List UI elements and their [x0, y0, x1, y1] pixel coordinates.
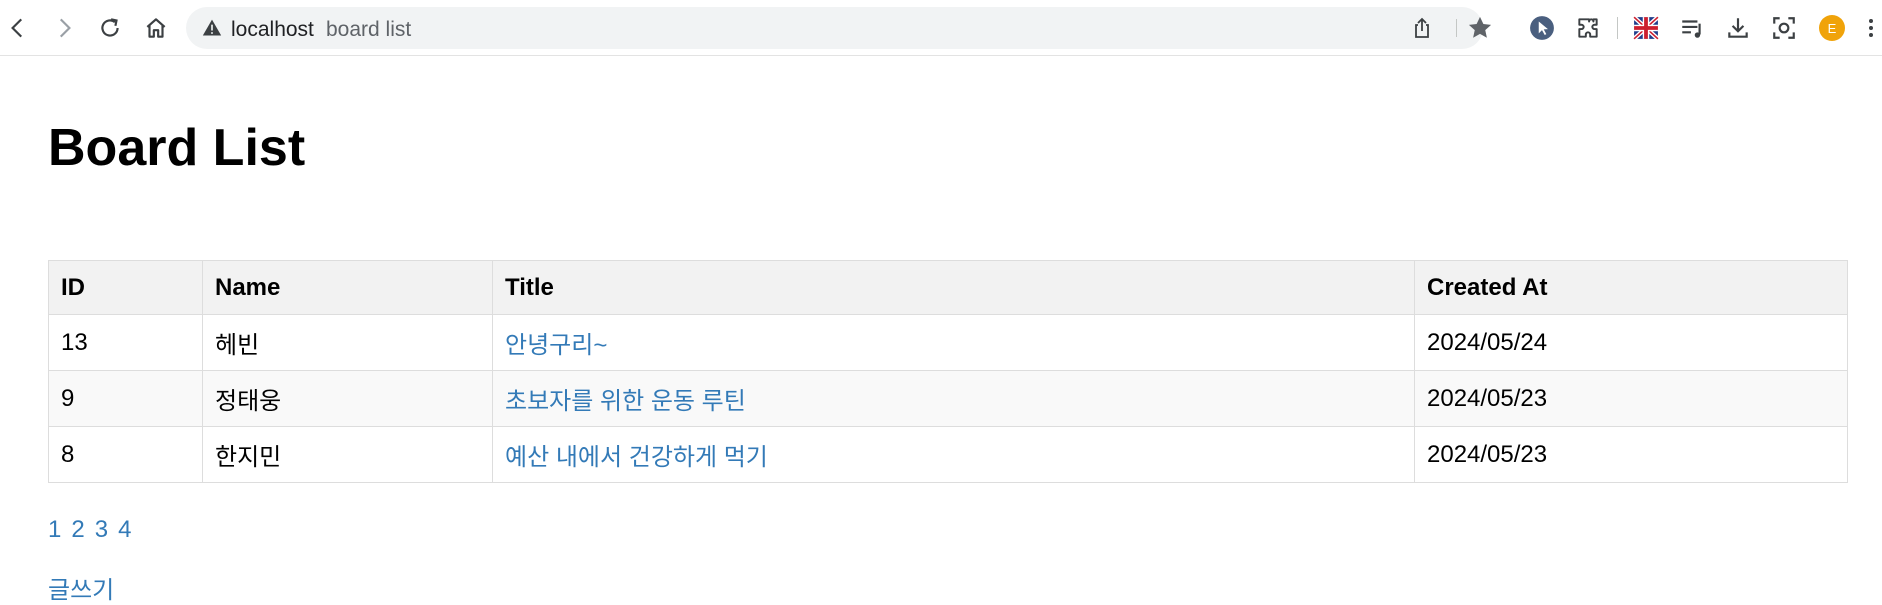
cell-name: 정태웅 [202, 370, 493, 427]
forward-button[interactable] [46, 10, 82, 46]
header-title: Title [492, 260, 1415, 315]
screenshot-button[interactable] [1768, 12, 1800, 44]
cursor-extension-icon [1530, 16, 1554, 40]
puzzle-icon [1578, 18, 1598, 38]
kebab-menu-icon [1869, 19, 1873, 37]
language-extension-button[interactable] [1630, 12, 1662, 44]
header-name: Name [202, 260, 493, 315]
table-row: 13 헤빈 안녕구리~ 2024/05/24 [48, 314, 1848, 371]
forward-arrow-icon [59, 18, 71, 38]
browser-toolbar: localhost board list E [0, 0, 1882, 56]
page-link-4[interactable]: 4 [118, 516, 131, 544]
table-header-row: ID Name Title Created At [48, 260, 1848, 315]
cell-name: 헤빈 [202, 314, 493, 371]
back-arrow-icon [11, 18, 23, 38]
table-row: 8 한지민 예산 내에서 건강하게 먹기 2024/05/23 [48, 426, 1848, 483]
reload-button[interactable] [92, 10, 128, 46]
header-id: ID [48, 260, 203, 315]
home-button[interactable] [138, 10, 174, 46]
home-icon [146, 18, 166, 38]
post-title-link[interactable]: 초보자를 위한 운동 루틴 [505, 388, 746, 415]
address-path: board list [326, 18, 412, 41]
omnibox-divider [1456, 19, 1457, 37]
profile-avatar: E [1819, 15, 1845, 41]
board-table: ID Name Title Created At 13 헤빈 안녕구리~ 202… [48, 260, 1848, 483]
page-link-3[interactable]: 3 [95, 516, 108, 544]
toolbar-divider [1617, 17, 1618, 39]
downloads-button[interactable] [1722, 12, 1754, 44]
cell-id: 13 [48, 314, 203, 371]
page-title: Board List [48, 119, 306, 177]
share-icon[interactable] [1410, 16, 1434, 40]
cell-id: 9 [48, 370, 203, 427]
cell-name: 한지민 [202, 426, 493, 483]
extension-cursor-button[interactable] [1526, 12, 1558, 44]
not-secure-warning-icon[interactable] [202, 18, 222, 38]
cell-created-at: 2024/05/23 [1414, 370, 1848, 427]
page-link-1[interactable]: 1 [48, 516, 61, 544]
table-row: 9 정태웅 초보자를 위한 운동 루틴 2024/05/23 [48, 370, 1848, 427]
playlist-music-icon [1682, 20, 1701, 38]
media-playlist-button[interactable] [1676, 12, 1708, 44]
browser-menu-button[interactable] [1860, 12, 1882, 44]
cell-created-at: 2024/05/23 [1414, 426, 1848, 483]
cell-created-at: 2024/05/24 [1414, 314, 1848, 371]
pagination: 1 2 3 4 [48, 516, 131, 544]
write-post-link[interactable]: 글쓰기 [48, 570, 114, 605]
header-created-at: Created At [1414, 260, 1848, 315]
back-button[interactable] [0, 10, 36, 46]
reload-icon [101, 18, 119, 37]
uk-flag-icon [1633, 15, 1659, 41]
download-icon [1728, 18, 1748, 38]
post-title-link[interactable]: 안녕구리~ [505, 332, 607, 359]
cell-title: 예산 내에서 건강하게 먹기 [492, 426, 1415, 483]
address-host: localhost [231, 18, 314, 41]
extensions-button[interactable] [1572, 12, 1604, 44]
cell-id: 8 [48, 426, 203, 483]
profile-button[interactable]: E [1816, 12, 1848, 44]
bookmark-star-icon[interactable] [1466, 14, 1494, 42]
address-bar[interactable]: localhost board list [186, 7, 1492, 49]
cell-title: 초보자를 위한 운동 루틴 [492, 370, 1415, 427]
post-title-link[interactable]: 예산 내에서 건강하게 먹기 [505, 444, 768, 471]
screenshot-capture-icon [1773, 17, 1795, 39]
page-link-2[interactable]: 2 [71, 516, 84, 544]
cell-title: 안녕구리~ [492, 314, 1415, 371]
